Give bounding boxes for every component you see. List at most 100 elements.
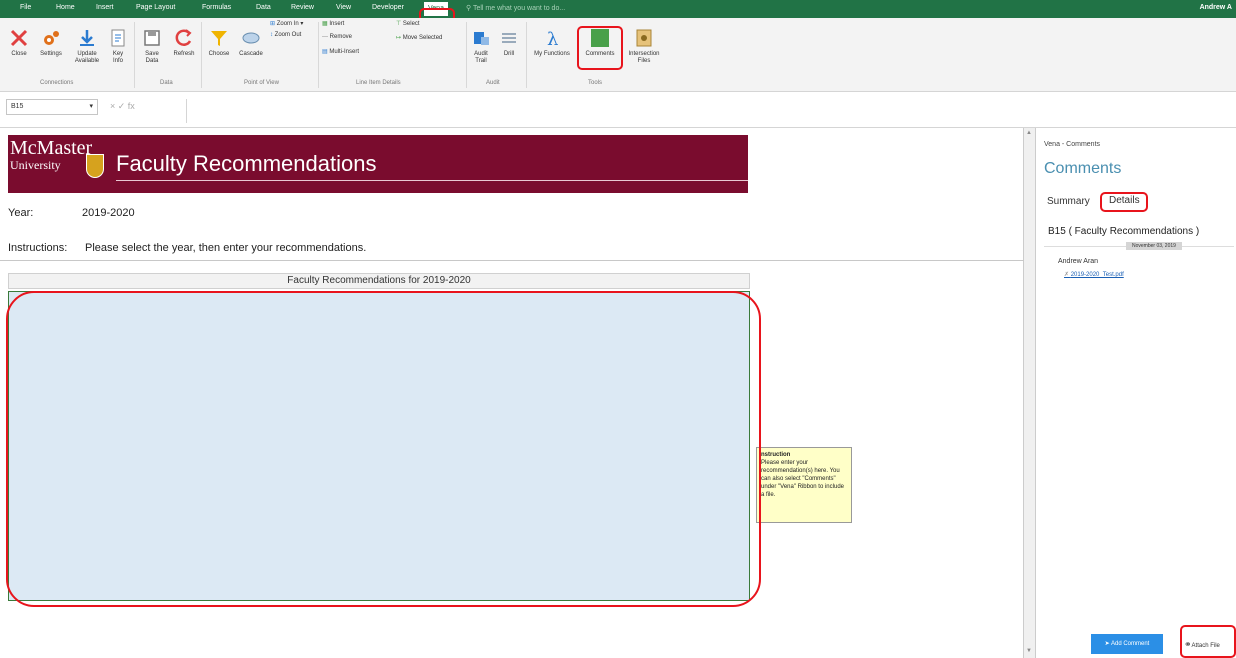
refresh-icon xyxy=(175,29,192,46)
tab-view[interactable]: View xyxy=(336,4,351,11)
tab-developer[interactable]: Developer xyxy=(372,4,404,11)
audit-trail-button[interactable]: Audit Trail xyxy=(470,28,492,65)
tell-me-search[interactable]: ⚲ Tell me what you want to do... xyxy=(466,4,565,12)
tab-home[interactable]: Home xyxy=(56,4,75,11)
name-box[interactable]: B15 ▾ xyxy=(6,99,98,115)
ribbon-separator xyxy=(318,22,319,88)
tab-review[interactable]: Review xyxy=(291,4,314,11)
formula-icons: × ✓ fx xyxy=(110,101,135,111)
header-banner: McMaster University Faculty Recommendati… xyxy=(8,135,748,193)
tab-details[interactable]: Details xyxy=(1106,194,1143,207)
intersection-files-label: Intersection Files xyxy=(628,51,660,64)
move-selected-label: Move Selected xyxy=(402,35,443,41)
tab-vena[interactable]: Vena xyxy=(424,2,448,16)
scroll-up-icon[interactable]: ▲ xyxy=(1026,130,1032,136)
close-label: Close xyxy=(11,51,27,57)
user-name[interactable]: Andrew A xyxy=(1200,4,1232,11)
tab-formulas[interactable]: Formulas xyxy=(202,4,231,11)
close-button[interactable]: Close xyxy=(8,28,30,58)
ribbon-tab-bar: File Home Insert Page Layout Formulas Da… xyxy=(0,0,1236,18)
select-label: Select xyxy=(402,21,420,27)
update-label: Update Available xyxy=(74,51,100,64)
save-data-button[interactable]: Save Data xyxy=(140,28,164,65)
move-icon: ↦ xyxy=(396,35,402,41)
zoom-out-button[interactable]: ↕ Zoom Out xyxy=(270,32,301,38)
multi-insert-icon: ▤ xyxy=(322,49,328,55)
lambda-icon: λ xyxy=(547,29,558,48)
zoom-in-label: Zoom In xyxy=(276,21,299,27)
tell-me-text: Tell me what you want to do... xyxy=(472,5,566,12)
comment-date: November 03, 2019 xyxy=(1126,242,1182,250)
group-label-data: Data xyxy=(160,80,173,86)
multi-insert-button[interactable]: ▤ Multi-Insert xyxy=(322,48,359,55)
cascade-button[interactable]: Cascade xyxy=(234,28,268,58)
ribbon: Close Settings Update Available Key Info… xyxy=(0,18,1236,92)
tab-data[interactable]: Data xyxy=(256,4,271,11)
intersection-files-button[interactable]: Intersection Files xyxy=(622,28,666,65)
vertical-scrollbar[interactable]: ▲ ▼ xyxy=(1024,128,1036,658)
refresh-button[interactable]: Refresh xyxy=(170,28,198,58)
remove-icon: — xyxy=(322,34,328,40)
insert-button[interactable]: ▦ Insert xyxy=(322,20,344,27)
ribbon-separator xyxy=(466,22,467,88)
attach-file-label: Attach File xyxy=(1191,643,1220,649)
attachment-filename: 2019-2020_Test.pdf xyxy=(1070,272,1124,278)
save-data-label: Save Data xyxy=(145,51,159,64)
comment-author: Andrew Aran xyxy=(1058,258,1099,265)
attach-file-button[interactable]: ⚭Attach File xyxy=(1184,634,1236,654)
settings-button[interactable]: Settings xyxy=(36,28,66,58)
group-label-connections: Connections xyxy=(40,80,74,86)
tab-summary[interactable]: Summary xyxy=(1047,196,1090,207)
title-underline xyxy=(116,180,748,181)
download-arrow-icon xyxy=(80,30,94,46)
group-label-audit: Audit xyxy=(486,80,500,86)
ribbon-separator xyxy=(201,22,202,88)
key-info-label: Key Info xyxy=(112,51,124,64)
remove-label: Remove xyxy=(329,34,353,40)
logo-line-1: McMaster xyxy=(10,137,93,159)
note-text: Please enter your recommendation(s) here… xyxy=(761,460,844,498)
worksheet: McMaster University Faculty Recommendati… xyxy=(0,128,1024,658)
zoom-in-icon: ⊞ xyxy=(270,21,276,27)
table-header: Faculty Recommendations for 2019-2020 xyxy=(8,273,750,289)
formula-bar: B15 ▾ × ✓ fx xyxy=(0,92,1236,128)
comments-button[interactable]: Comments xyxy=(578,28,622,58)
insert-icon: ▦ xyxy=(322,21,328,27)
tab-file[interactable]: File xyxy=(20,4,31,11)
chevron-down-icon: ▾ xyxy=(89,103,93,110)
tab-insert[interactable]: Insert xyxy=(96,4,114,11)
scroll-down-icon[interactable]: ▼ xyxy=(1026,648,1032,654)
year-label: Year: xyxy=(8,207,34,219)
save-icon xyxy=(144,30,160,46)
recommendation-entry-cell[interactable] xyxy=(8,291,750,601)
my-functions-button[interactable]: λ My Functions xyxy=(530,28,574,58)
choose-button[interactable]: Choose xyxy=(204,28,234,58)
audit-trail-label: Audit Trail xyxy=(474,51,488,64)
page-title: Faculty Recommendations xyxy=(116,151,377,176)
comment-bubble-icon xyxy=(591,29,609,47)
ribbon-separator xyxy=(526,22,527,88)
add-comment-label: Add Comment xyxy=(1111,641,1150,647)
select-button[interactable]: ⊤ Select xyxy=(396,20,420,27)
instructions-text: Please select the year, then enter your … xyxy=(85,242,367,254)
tab-page-layout[interactable]: Page Layout xyxy=(136,4,175,11)
add-comment-button[interactable]: ➤ Add Comment xyxy=(1091,634,1163,654)
update-button[interactable]: Update Available xyxy=(70,28,104,65)
select-icon: ⊤ xyxy=(396,21,402,27)
choose-label: Choose xyxy=(208,51,230,57)
drill-button[interactable]: Drill xyxy=(498,28,520,58)
key-info-button[interactable]: Key Info xyxy=(108,28,128,65)
pane-title: Vena - Comments xyxy=(1044,141,1101,148)
group-label-line-item-details: Line Item Details xyxy=(356,80,401,86)
settings-label: Settings xyxy=(40,51,62,57)
year-value[interactable]: 2019-2020 xyxy=(82,207,135,219)
move-selected-button[interactable]: ↦ Move Selected xyxy=(396,34,442,41)
formula-input[interactable] xyxy=(186,99,1232,123)
remove-button[interactable]: — Remove xyxy=(322,34,352,40)
intersection-files-icon xyxy=(636,29,652,47)
zoom-in-button[interactable]: ⊞ Zoom In ▾ xyxy=(270,20,303,27)
attachment-link[interactable]: ✗ 2019-2020_Test.pdf xyxy=(1064,271,1124,278)
comment-cell-reference: B15 ( Faculty Recommendations ) xyxy=(1048,226,1200,237)
send-icon: ➤ xyxy=(1104,641,1110,647)
divider xyxy=(0,260,1024,261)
